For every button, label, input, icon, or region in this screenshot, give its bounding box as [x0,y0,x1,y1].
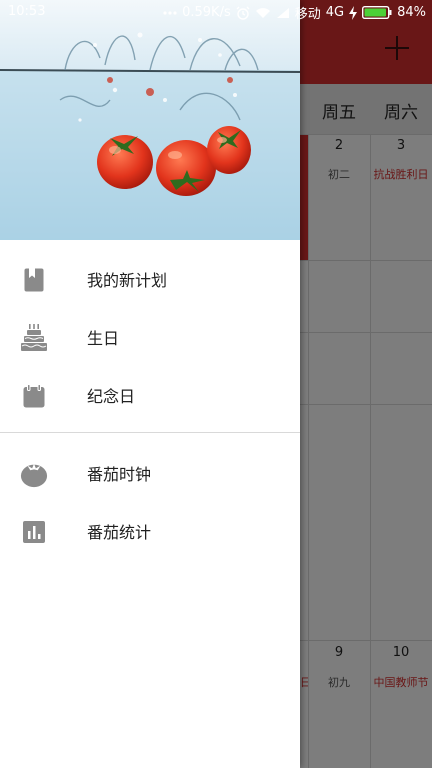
drawer-header-image [0,0,300,240]
menu-item-tomato-stats[interactable]: 番茄统计 [0,501,300,559]
signal-icon [276,7,290,19]
navigation-drawer: 我的新计划 生日 纪念日 番茄时钟 番茄统计 [0,0,300,768]
battery-icon [362,6,392,19]
network-type: 4G [325,5,345,20]
alarm-icon [236,6,250,20]
dots-icon [163,10,177,16]
birthday-cake-icon [20,324,48,352]
drawer-menu: 我的新计划 生日 纪念日 番茄时钟 番茄统计 [0,240,300,559]
tomato-clock-icon [20,460,48,488]
carrier-label: 移动 [294,7,321,22]
battery-percent: 84% [397,5,426,20]
menu-label: 纪念日 [87,387,136,406]
menu-label: 番茄统计 [87,523,152,542]
menu-divider [0,432,300,433]
menu-item-birthday[interactable]: 生日 [0,307,300,365]
clock: 10:53 [8,4,46,19]
menu-label: 番茄时钟 [87,465,152,484]
bar-chart-icon [20,518,48,546]
calendar-icon [20,382,48,410]
status-bar: 10:53 0.59K/s 移动 4G 84% [0,0,432,24]
menu-item-my-new-plan[interactable]: 我的新计划 [0,249,300,307]
charging-icon [349,5,358,20]
network-speed: 0.59K/s [182,5,231,20]
menu-label: 生日 [87,329,120,348]
menu-label: 我的新计划 [87,271,168,290]
menu-item-tomato-clock[interactable]: 番茄时钟 [0,443,300,501]
menu-item-anniversary[interactable]: 纪念日 [0,365,300,423]
plan-bookmark-icon [20,266,48,294]
wifi-icon [255,7,271,19]
